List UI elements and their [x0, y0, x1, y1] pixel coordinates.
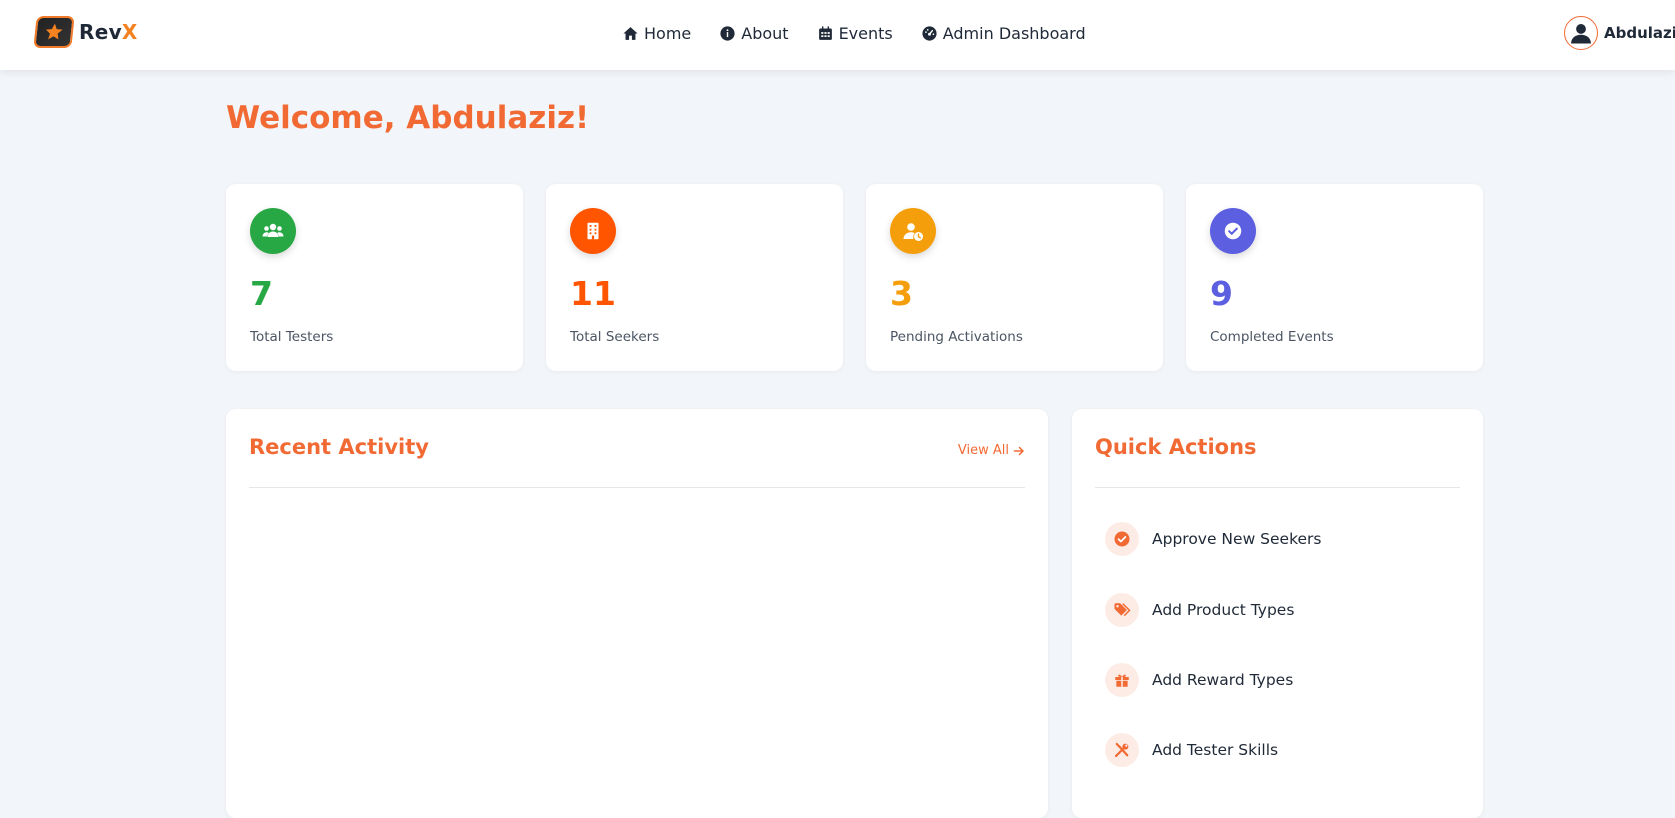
nav-admin-dashboard-label: Admin Dashboard: [942, 23, 1086, 43]
recent-activity-title: Recent Activity: [249, 435, 429, 459]
arrow-right-icon: [1013, 446, 1024, 455]
quick-action-approve-new-seekers[interactable]: Approve New Seekers: [1105, 521, 1322, 557]
stat-value: 11: [570, 274, 616, 313]
user-menu[interactable]: Abdulaziz: [1564, 15, 1675, 51]
user-name: Abdulaziz: [1604, 24, 1675, 42]
avatar[interactable]: [1564, 16, 1598, 50]
main-nav: Home About Events Admin Dashboard: [622, 20, 1086, 46]
brand-link[interactable]: RevX: [33, 16, 138, 48]
stat-card-completed-events: 9 Completed Events: [1186, 184, 1483, 371]
info-circle-icon: [720, 25, 735, 41]
gift-icon: [1105, 663, 1139, 697]
nav-admin-dashboard[interactable]: Admin Dashboard: [921, 24, 1086, 43]
quick-action-label: Add Product Types: [1152, 601, 1295, 619]
panel-divider: [249, 487, 1025, 488]
stat-value: 3: [890, 274, 913, 313]
page-title: Welcome, Abdulaziz!: [226, 100, 590, 136]
stat-card-total-seekers: 11 Total Seekers: [546, 184, 843, 371]
recent-activity-list: [249, 499, 1025, 799]
calendar-icon: [818, 25, 832, 40]
nav-about-label: About: [741, 23, 789, 43]
building-icon: [570, 208, 616, 254]
quick-action-label: Add Tester Skills: [1152, 741, 1279, 759]
nav-events-label: Events: [838, 23, 893, 43]
stat-card-pending-activations: 3 Pending Activations: [866, 184, 1163, 371]
quick-action-add-reward-types[interactable]: Add Reward Types: [1105, 662, 1293, 698]
stat-label: Completed Events: [1210, 329, 1334, 345]
top-navbar: RevX Home About Events Admin Dashboard A…: [0, 0, 1675, 70]
view-all-link[interactable]: View All: [958, 443, 1025, 458]
quick-action-label: Approve New Seekers: [1152, 530, 1322, 548]
user-avatar-icon: [1571, 24, 1591, 44]
nav-home-label: Home: [644, 23, 692, 43]
recent-activity-panel: Recent Activity View All: [226, 409, 1048, 818]
check-circle-icon: [1105, 522, 1139, 556]
nav-home[interactable]: Home: [622, 24, 691, 43]
quick-action-label: Add Reward Types: [1152, 671, 1294, 689]
quick-actions-panel: Quick Actions Approve New Seekers Add Pr…: [1072, 409, 1483, 818]
stat-label: Pending Activations: [890, 329, 1023, 345]
stat-value: 9: [1210, 274, 1233, 313]
check-circle-icon: [1210, 208, 1256, 254]
view-all-label: View All: [957, 443, 1009, 458]
nav-events[interactable]: Events: [817, 24, 893, 43]
stat-label: Total Seekers: [570, 329, 660, 345]
quick-actions-title: Quick Actions: [1095, 435, 1257, 459]
stat-value: 7: [250, 274, 273, 313]
tools-icon: [1105, 733, 1139, 767]
home-icon: [623, 26, 638, 40]
quick-action-add-product-types[interactable]: Add Product Types: [1105, 592, 1294, 628]
users-icon: [250, 208, 296, 254]
user-clock-icon: [890, 208, 936, 254]
brand-name: RevX: [79, 20, 138, 44]
quick-action-add-tester-skills[interactable]: Add Tester Skills: [1105, 732, 1278, 768]
stat-card-total-testers: 7 Total Testers: [226, 184, 523, 371]
star-logo-icon: [33, 16, 75, 48]
stat-label: Total Testers: [250, 329, 334, 345]
panel-divider: [1095, 487, 1460, 488]
dashboard-gauge-icon: [922, 25, 937, 41]
nav-about[interactable]: About: [719, 23, 789, 43]
tags-icon: [1105, 593, 1139, 627]
